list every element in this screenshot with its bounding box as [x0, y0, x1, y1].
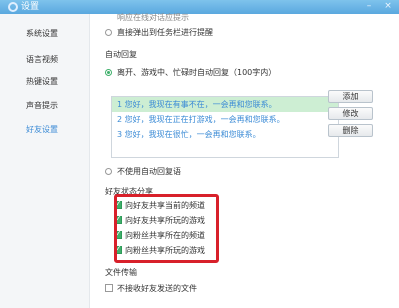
- close-button[interactable]: ×: [381, 0, 395, 12]
- auto-reply-disable-radio[interactable]: [105, 168, 112, 175]
- list-item[interactable]: 1 您好，我现在有事不在，一会再和您联系。: [112, 97, 338, 112]
- auto-reply-enable-label: 离开、游戏中、忙碌时自动回复（100字内）: [117, 68, 277, 77]
- sidebar-item-system[interactable]: 系统设置: [26, 28, 58, 39]
- option-cut-off: 响应在线对话应提示: [117, 13, 189, 22]
- minimize-button[interactable]: –: [362, 0, 376, 12]
- settings-panel: 响应在线对话应提示 直接弹出到任务栏进行提醒 自动回复 离开、游戏中、忙碌时自动…: [91, 13, 399, 308]
- sidebar-item-sound[interactable]: 声音提示: [26, 100, 58, 111]
- auto-reply-disable-label: 不使用自动回复语: [117, 167, 181, 176]
- edit-reply-button[interactable]: 修改: [328, 107, 373, 120]
- taskbar-remind-radio[interactable]: [105, 29, 112, 36]
- sidebar-item-hotkeys[interactable]: 热键设置: [26, 76, 58, 87]
- highlight-box: [114, 194, 219, 263]
- auto-reply-heading: 自动回复: [105, 50, 137, 59]
- sidebar-item-friends[interactable]: 好友设置: [26, 124, 58, 135]
- settings-gear-icon: [8, 2, 18, 12]
- auto-reply-enable-radio[interactable]: [105, 69, 112, 76]
- title-bar: 设置 – ×: [0, 0, 399, 14]
- list-item[interactable]: 3 您好，我现在很忙，一会再和您联系。: [112, 127, 338, 142]
- sidebar-item-voice-video[interactable]: 语言视频: [26, 54, 58, 65]
- delete-reply-button[interactable]: 删除: [328, 124, 373, 137]
- reject-files-checkbox[interactable]: [105, 284, 113, 292]
- taskbar-remind-label: 直接弹出到任务栏进行提醒: [117, 28, 213, 37]
- auto-reply-list: 1 您好，我现在有事不在，一会再和您联系。 2 您好，我现在正在打游戏，一会再和…: [111, 96, 339, 158]
- reject-files-label: 不接收好友发送的文件: [117, 284, 197, 293]
- file-transfer-heading: 文件传输: [105, 268, 137, 277]
- window-title: 设置: [21, 2, 40, 12]
- list-item[interactable]: 2 您好，我现在正在打游戏，一会再和您联系。: [112, 112, 338, 127]
- sidebar: 系统设置 语言视频 热键设置 声音提示 好友设置: [0, 14, 90, 308]
- add-reply-button[interactable]: 添加: [328, 90, 373, 103]
